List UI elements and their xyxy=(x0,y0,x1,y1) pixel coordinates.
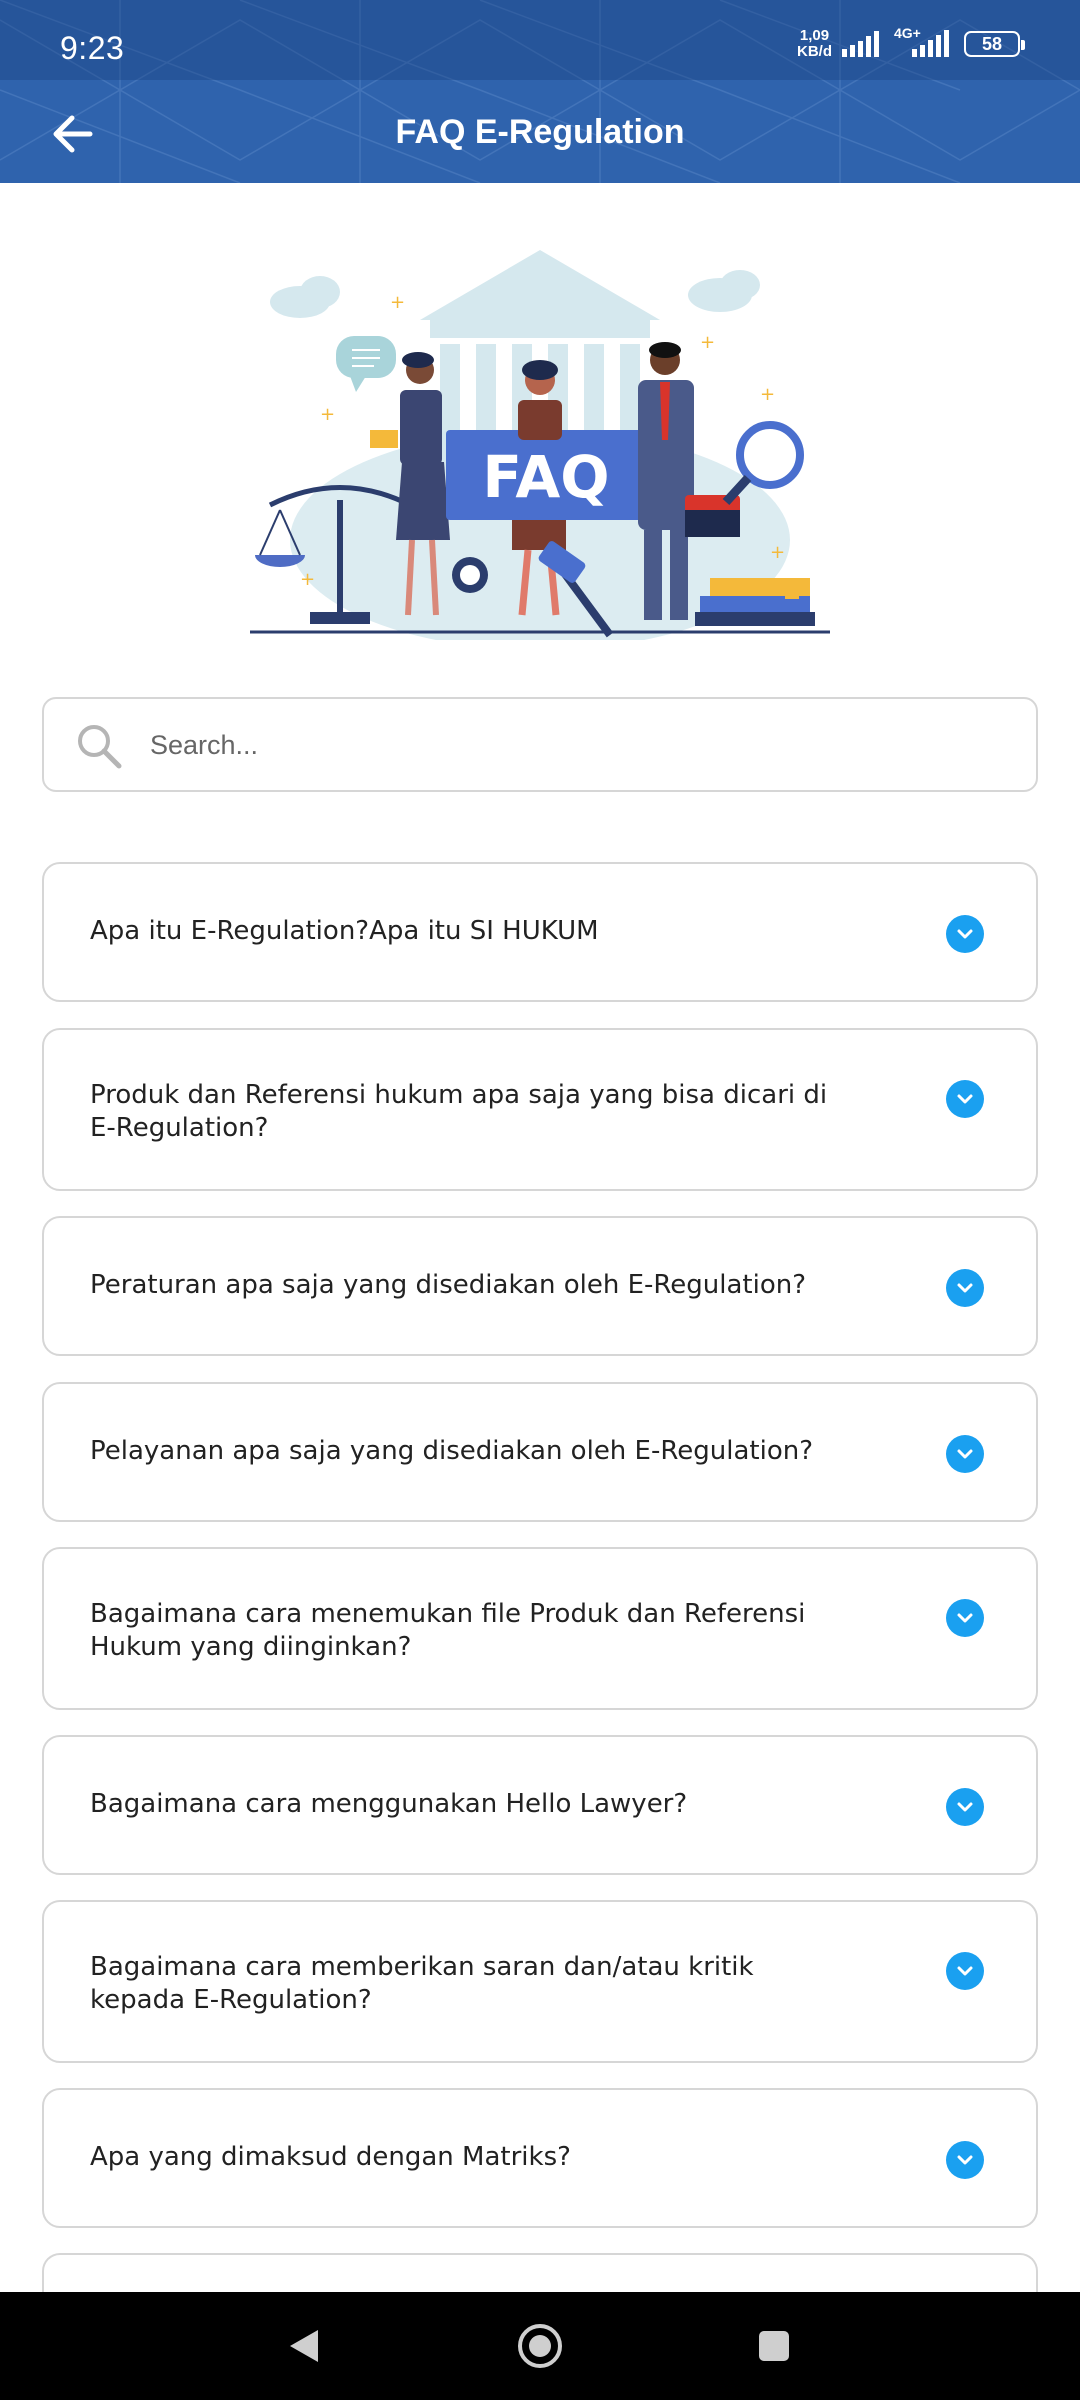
svg-text:+: + xyxy=(700,332,715,353)
faq-illustration-art: + + + + + + FAQ xyxy=(250,250,830,650)
faq-item[interactable]: Apa itu E-Regulation?Apa itu SI HUKUM xyxy=(42,862,1038,1002)
svg-text:+: + xyxy=(300,569,315,590)
faq-question: Pelayanan apa saja yang disediakan oleh … xyxy=(90,1436,813,1466)
faq-item[interactable]: Pelayanan apa saja yang disediakan oleh … xyxy=(42,1382,1038,1522)
svg-text:+: + xyxy=(760,384,775,405)
status-time: 9:23 xyxy=(60,30,125,66)
square-recents-icon xyxy=(759,2331,789,2361)
battery-level: 58 xyxy=(981,33,1003,54)
faq-question: Bagaimana cara memberikan saran dan/atau… xyxy=(90,1952,754,2015)
signal-4g-icon: 4G+ xyxy=(894,25,954,59)
faq-item[interactable]: Apa yang dimaksud dengan Matriks? xyxy=(42,2088,1038,2228)
page-title: FAQ E-Regulation xyxy=(395,113,685,151)
navigation-bar xyxy=(0,2292,1080,2400)
status-indicators: 1,09 KB/d 4G+ 58 xyxy=(797,24,1025,64)
faq-item[interactable]: Bagaimana cara memberikan saran dan/atau… xyxy=(42,1900,1038,2063)
faq-item[interactable]: Peraturan apa saja yang disediakan oleh … xyxy=(42,1216,1038,1356)
chevron-down-icon[interactable] xyxy=(946,2141,984,2179)
chevron-down-icon[interactable] xyxy=(946,1599,984,1637)
status-bar: 9:23 1,09 KB/d 4G+ 58 xyxy=(0,0,1080,80)
nav-recents-button[interactable] xyxy=(744,2316,804,2376)
svg-text:+: + xyxy=(770,542,785,563)
circle-home-icon xyxy=(518,2324,562,2368)
chevron-down-icon[interactable] xyxy=(946,1269,984,1307)
faq-question: Produk dan Referensi hukum apa saja yang… xyxy=(90,1080,828,1143)
network-speed-value: 1,09 xyxy=(799,27,830,44)
faq-question: Peraturan apa saja yang disediakan oleh … xyxy=(90,1270,807,1300)
chevron-down-icon[interactable] xyxy=(946,915,984,953)
svg-text:+: + xyxy=(320,404,335,425)
network-speed-unit: KB/d xyxy=(797,43,832,60)
chevron-down-icon[interactable] xyxy=(946,1788,984,1826)
search-icon xyxy=(78,725,122,769)
faq-illustration: + + + + + + FAQ xyxy=(240,240,840,650)
chevron-down-icon[interactable] xyxy=(946,1952,984,1990)
faq-question: Bagaimana cara menemukan file Produk dan… xyxy=(90,1599,806,1662)
chevron-down-icon[interactable] xyxy=(946,1435,984,1473)
nav-back-button[interactable] xyxy=(274,2316,334,2376)
faq-badge-text: FAQ xyxy=(482,443,609,511)
app-bar: FAQ E-Regulation xyxy=(0,80,1080,183)
signal-icon xyxy=(842,31,879,57)
search-input[interactable] xyxy=(150,719,1010,771)
battery-icon: 58 xyxy=(964,31,1025,57)
faq-question: Bagaimana cara menggunakan Hello Lawyer? xyxy=(90,1789,688,1819)
faq-question: Apa itu E-Regulation?Apa itu SI HUKUM xyxy=(90,916,599,946)
faq-item[interactable]: Produk dan Referensi hukum apa saja yang… xyxy=(42,1028,1038,1191)
faq-question: Apa yang dimaksud dengan Matriks? xyxy=(90,2142,571,2172)
triangle-back-icon xyxy=(290,2330,318,2362)
nav-home-button[interactable] xyxy=(510,2316,570,2376)
faq-item-partial[interactable] xyxy=(42,2253,1038,2293)
faq-item[interactable]: Bagaimana cara menemukan file Produk dan… xyxy=(42,1547,1038,1710)
chevron-down-icon[interactable] xyxy=(946,1080,984,1118)
header: 9:23 1,09 KB/d 4G+ 58 FAQ E-Regulation xyxy=(0,0,1080,183)
network-speed: 1,09 KB/d xyxy=(797,28,832,60)
svg-text:+: + xyxy=(390,292,405,313)
search-box[interactable] xyxy=(42,697,1038,792)
faq-item[interactable]: Bagaimana cara menggunakan Hello Lawyer? xyxy=(42,1735,1038,1875)
